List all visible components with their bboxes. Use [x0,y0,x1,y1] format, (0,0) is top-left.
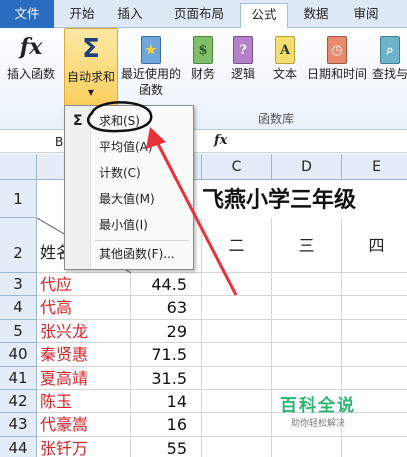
score-cell[interactable]: 16 [131,413,202,437]
table-cell[interactable] [342,296,407,320]
ribbon-formulas: fx 插入函数 Σ 自动求和 ▼ ★ 最近使用的 函数 $ 财务 ? 逻辑 A … [0,28,407,130]
row-header[interactable]: 3 [0,273,37,297]
table-cell[interactable] [202,319,272,344]
header-cell[interactable]: 二 [202,218,272,273]
menu-item-min[interactable]: 最小值(I) [65,214,193,236]
name-cell[interactable]: 代高 [37,296,131,320]
score-cell[interactable]: 71.5 [131,343,202,367]
table-cell[interactable] [202,436,272,457]
table-cell[interactable] [342,343,407,367]
menu-item-sum[interactable]: Σ 求和(S) [65,110,193,132]
name-cell[interactable]: 陈玉 [37,390,131,414]
table-cell[interactable] [202,390,272,414]
ribbon-tab-bar: 文件 开始 插入 页面布局 公式 数据 审阅 [0,0,407,29]
menu-item-average[interactable]: 平均值(A) [65,136,193,158]
clock-book-icon: ◷ [327,36,347,64]
table-cell[interactable] [272,319,342,344]
function-library-label: 函数库 [258,112,295,126]
chevron-down-icon: ▼ [87,88,95,97]
row-header[interactable]: 42 [0,390,37,414]
table-cell[interactable] [342,320,407,344]
financial-button[interactable]: $ 财务 [186,30,220,82]
row-header[interactable]: 2 [0,218,37,273]
sigma-icon: Σ [73,113,83,129]
row-header[interactable]: 44 [0,436,37,457]
table-cell[interactable] [272,273,342,297]
column-header-c[interactable]: C [202,154,272,180]
tab-insert[interactable]: 插入 [110,3,150,28]
sheet-title: 飞燕小学三年级 [202,187,357,213]
header-cell[interactable]: 四 [342,218,407,273]
name-cell[interactable]: 代应 [37,273,131,297]
table-cell[interactable] [202,366,272,390]
table-cell[interactable] [202,413,272,437]
score-cell[interactable]: 14 [131,390,202,414]
row-header[interactable]: 1 [0,180,37,218]
tab-home[interactable]: 开始 [62,3,102,28]
table-cell[interactable] [202,273,272,297]
table-cell[interactable] [272,366,342,390]
row-header[interactable]: 4 [0,296,37,320]
row-header[interactable]: 43 [0,413,37,437]
formula-bar: B fx [0,131,407,153]
row-header[interactable]: 40 [0,343,37,367]
score-cell[interactable]: 31.5 [131,366,202,390]
menu-item-count[interactable]: 计数(C) [65,162,193,184]
column-header-d[interactable]: D [272,154,342,180]
datetime-button[interactable]: ◷ 日期和时间 [306,30,368,82]
row-header[interactable]: 41 [0,366,37,390]
table-cell[interactable] [202,343,272,367]
score-cell[interactable]: 55 [131,436,202,457]
tab-data[interactable]: 数据 [296,3,336,28]
name-cell[interactable]: 代豪嵩 [37,413,131,437]
header-cell[interactable]: 三 [272,218,342,273]
score-cell[interactable]: 63 [131,296,202,320]
row-header[interactable]: 5 [0,319,37,344]
table-cell[interactable] [272,343,342,367]
sigma-icon: Σ [82,34,100,64]
fx-icon: fx [19,34,43,60]
financial-book-icon: $ [193,36,213,64]
star-book-icon: ★ [141,36,161,64]
watermark-logo: 百科全说 助你轻松解决 [280,396,356,429]
tab-file[interactable]: 文件 [0,0,54,28]
table-cell[interactable] [202,296,272,320]
name-cell[interactable]: 秦贤惠 [37,343,131,367]
logical-button[interactable]: ? 逻辑 [226,30,260,82]
table-cell[interactable] [342,437,407,457]
tab-formulas[interactable]: 公式 [240,3,288,29]
menu-item-more-functions[interactable]: 其他函数(F)... [65,243,193,265]
tab-review[interactable]: 审阅 [346,3,386,28]
autosum-dropdown-menu: Σ 求和(S) 平均值(A) 计数(C) 最大值(M) 最小值(I) 其他函数(… [64,105,194,270]
score-cell[interactable]: 44.5 [131,273,202,297]
name-cell[interactable]: 张钎万 [37,436,131,457]
table-cell[interactable] [272,436,342,457]
lookup-book-icon: ⌕ [380,36,400,64]
text-button[interactable]: A 文本 [268,30,302,82]
tab-page-layout[interactable]: 页面布局 [164,3,234,28]
insert-function-button[interactable]: fx 插入函数 [2,30,60,82]
recently-used-button[interactable]: ★ 最近使用的 函数 [120,30,182,98]
score-cell[interactable]: 29 [131,319,202,344]
table-cell[interactable] [272,296,342,320]
table-cell[interactable] [342,273,407,297]
select-all-corner[interactable] [0,154,37,180]
name-cell[interactable]: 夏高靖 [37,366,131,390]
column-header-e[interactable]: E [342,154,407,180]
fx-icon[interactable]: fx [214,133,227,148]
lookup-button[interactable]: ⌕ 查找与 [372,30,407,82]
menu-separator [95,240,189,241]
logical-book-icon: ? [233,36,253,64]
menu-item-max[interactable]: 最大值(M) [65,188,193,210]
text-book-icon: A [275,36,295,64]
table-cell[interactable] [342,367,407,390]
autosum-button[interactable]: Σ 自动求和 ▼ [64,28,118,106]
name-cell[interactable]: 张兴龙 [37,319,131,344]
